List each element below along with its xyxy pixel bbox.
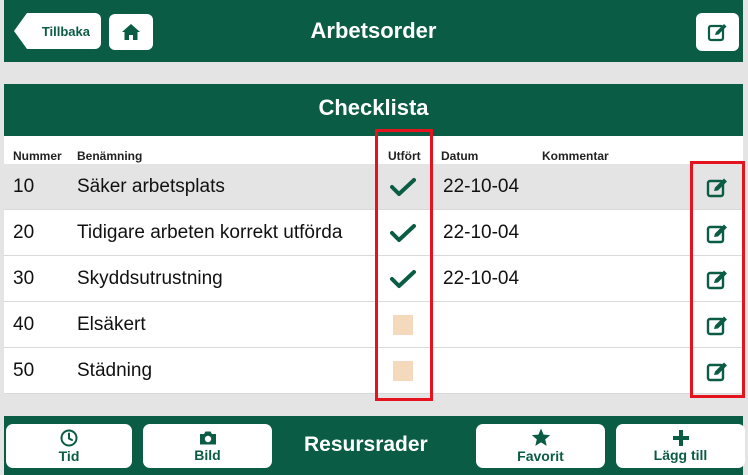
favorite-label: Favorit [517,448,564,464]
favorite-button[interactable]: Favorit [476,424,605,468]
edit-row-button[interactable] [705,267,731,291]
top-bar: Arbetsorder Tillbaka [4,0,743,62]
edit-row-button[interactable] [705,359,731,383]
table-header: Nummer Benämning Utfört Datum Kommentar [4,136,743,164]
column-date: Datum [441,149,479,163]
checklist-table: Nummer Benämning Utfört Datum Kommentar … [4,136,743,394]
table-row[interactable]: 30 Skyddsutrustning 22-10-04 [4,256,743,302]
row-date: 22-10-04 [443,222,520,243]
time-label: Tid [58,447,80,464]
row-name: Skyddsutrustning [77,268,223,289]
clock-icon [60,429,78,446]
table-row[interactable]: 40 Elsäkert [4,302,743,348]
table-row[interactable]: 50 Städning [4,348,743,394]
edit-row-button[interactable] [705,175,731,199]
row-name: Tidigare arbeten korrekt utförda [77,222,343,243]
check-icon[interactable] [390,266,416,292]
unchecked-box[interactable] [393,361,413,381]
row-number: 50 [13,360,35,381]
unchecked-box[interactable] [393,315,413,335]
column-number: Nummer [13,149,62,163]
check-icon[interactable] [390,220,416,246]
row-number: 40 [13,314,35,335]
edit-row-button[interactable] [705,221,731,245]
table-row[interactable]: 10 Säker arbetsplats 22-10-04 [4,164,743,210]
add-button[interactable]: Lägg till [616,424,745,468]
row-date: 22-10-04 [443,268,520,289]
row-date: 22-10-04 [443,176,520,197]
column-done: Utfört [388,149,421,163]
row-name: Städning [77,360,153,381]
edit-row-button[interactable] [705,313,731,337]
row-name: Säker arbetsplats [77,176,225,197]
home-button[interactable] [109,14,153,50]
edit-icon [707,24,726,42]
edit-icon [706,270,727,290]
back-button[interactable]: Tillbaka [14,13,101,49]
table-row[interactable]: 20 Tidigare arbeten korrekt utförda 22-1… [4,210,743,256]
time-button[interactable]: Tid [6,424,132,468]
edit-icon [706,316,727,336]
edit-icon [706,178,727,198]
home-icon [122,24,140,40]
row-number: 30 [13,268,35,289]
edit-icon [706,362,727,382]
edit-order-button[interactable] [696,13,739,51]
bottom-bar: Tid Bild Resursrader Favorit Lägg till [4,416,745,475]
add-label: Lägg till [653,446,708,463]
plus-icon [672,429,689,446]
row-number: 20 [13,222,35,243]
camera-icon [199,431,216,444]
row-name: Elsäkert [77,314,146,335]
image-button[interactable]: Bild [143,424,272,468]
star-icon [531,428,550,446]
column-name: Benämning [77,149,143,163]
edit-icon [706,224,727,244]
image-label: Bild [194,446,221,463]
resources-title: Resursrader [304,433,428,456]
check-icon[interactable] [390,174,416,200]
column-comment: Kommentar [542,149,609,163]
checklist-header: Checklista [4,84,743,136]
row-number: 10 [13,176,35,197]
